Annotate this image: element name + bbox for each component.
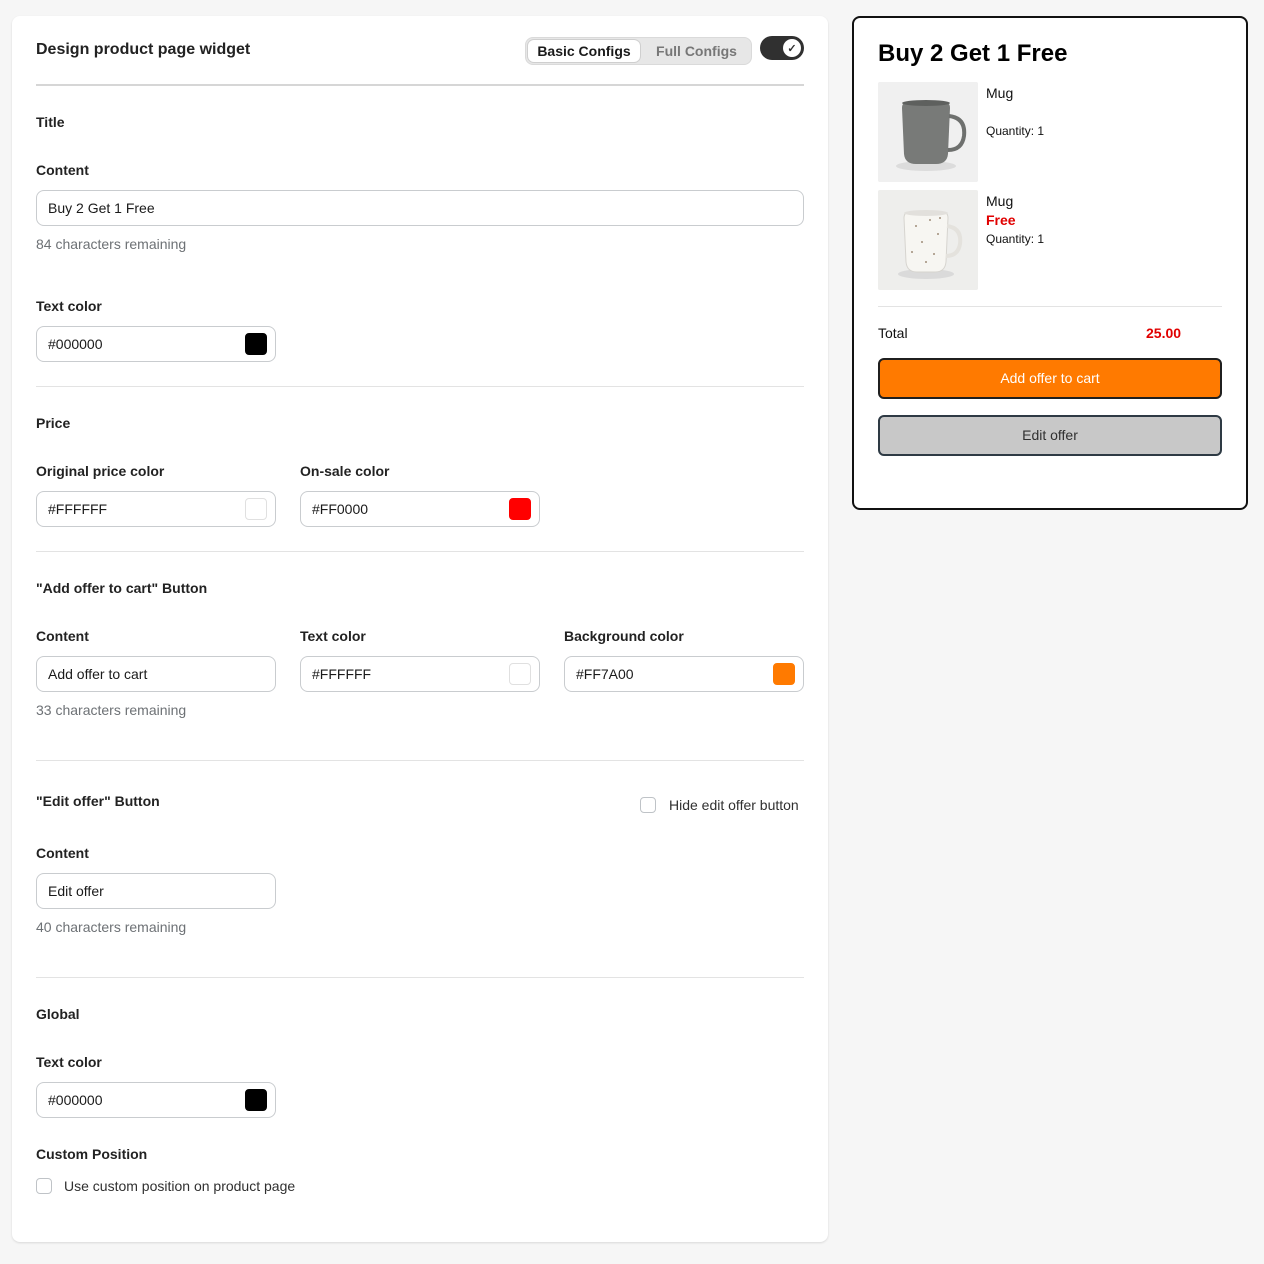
custom-position-checkbox[interactable]: [36, 1178, 52, 1194]
tab-full-configs[interactable]: Full Configs: [644, 40, 749, 62]
total-label: Total: [878, 325, 908, 341]
on-sale-color-input[interactable]: #FF0000: [300, 491, 540, 527]
total-value: 25.00: [1146, 325, 1182, 341]
add-button-bg-color-value: #FF7A00: [576, 666, 634, 682]
section-title-edit-offer-button: "Edit offer" Button: [36, 793, 160, 809]
on-sale-color-value: #FF0000: [312, 501, 369, 517]
global-text-color-input[interactable]: #000000: [36, 1082, 276, 1118]
hide-edit-offer-checkbox[interactable]: [640, 797, 656, 813]
config-mode-tabs: Basic Configs Full Configs: [525, 37, 752, 65]
add-button-content-input[interactable]: Add offer to cart: [36, 656, 276, 692]
section-title-price: Price: [36, 415, 71, 431]
color-swatch[interactable]: [245, 498, 267, 520]
add-offer-to-cart-button[interactable]: Add offer to cart: [878, 358, 1222, 399]
tab-basic-configs[interactable]: Basic Configs: [528, 40, 640, 62]
preview-title: Buy 2 Get 1 Free: [878, 40, 1068, 67]
add-button-text-color-value: #FFFFFF: [312, 666, 372, 682]
divider: [36, 977, 804, 978]
item-name: Mug: [986, 85, 1014, 101]
mug-speckled-icon: [878, 190, 978, 290]
original-price-color-label: Original price color: [36, 463, 165, 479]
color-swatch[interactable]: [773, 663, 795, 685]
color-swatch[interactable]: [245, 333, 267, 355]
add-button-bg-color-label: Background color: [564, 628, 684, 644]
item-quantity: Quantity: 1: [986, 124, 1045, 138]
divider: [36, 84, 804, 86]
global-text-color-value: #000000: [48, 1092, 103, 1108]
item-name: Mug: [986, 193, 1014, 209]
title-content-input[interactable]: Buy 2 Get 1 Free: [36, 190, 804, 226]
edit-button-content-label: Content: [36, 845, 89, 861]
divider: [878, 306, 1222, 307]
color-swatch[interactable]: [509, 663, 531, 685]
color-swatch[interactable]: [245, 1089, 267, 1111]
add-button-content-help: 33 characters remaining: [36, 702, 187, 718]
add-button-text-color-label: Text color: [300, 628, 366, 644]
edit-button-content-input[interactable]: Edit offer: [36, 873, 276, 909]
color-swatch[interactable]: [509, 498, 531, 520]
title-content-help: 84 characters remaining: [36, 236, 187, 252]
hide-edit-offer-label[interactable]: Hide edit offer button: [669, 797, 799, 813]
check-icon: ✓: [783, 39, 801, 57]
edit-offer-button[interactable]: Edit offer: [878, 415, 1222, 456]
on-sale-color-label: On-sale color: [300, 463, 390, 479]
widget-preview: Buy 2 Get 1 Free Mug Quantity: 1 Mug Fre…: [852, 16, 1248, 510]
custom-position-checkbox-label[interactable]: Use custom position on product page: [64, 1178, 295, 1194]
page-title: Design product page widget: [36, 41, 251, 58]
title-text-color-label: Text color: [36, 298, 102, 314]
divider: [36, 551, 804, 552]
global-text-color-label: Text color: [36, 1054, 102, 1070]
settings-card: Design product page widget Basic Configs…: [12, 16, 828, 1242]
custom-position-label: Custom Position: [36, 1146, 148, 1162]
original-price-color-input[interactable]: #FFFFFF: [36, 491, 276, 527]
add-button-content-label: Content: [36, 628, 89, 644]
title-text-color-input[interactable]: #000000: [36, 326, 276, 362]
widget-enabled-toggle[interactable]: ✓: [760, 36, 804, 60]
item-quantity: Quantity: 1: [986, 232, 1045, 246]
edit-button-content-help: 40 characters remaining: [36, 919, 187, 935]
divider: [36, 386, 804, 387]
section-title-global: Global: [36, 1006, 80, 1022]
add-button-bg-color-input[interactable]: #FF7A00: [564, 656, 804, 692]
divider: [36, 760, 804, 761]
title-content-label: Content: [36, 162, 89, 178]
add-button-text-color-input[interactable]: #FFFFFF: [300, 656, 540, 692]
section-title-title: Title: [36, 114, 65, 130]
free-badge: Free: [986, 212, 1016, 228]
original-price-color-value: #FFFFFF: [48, 501, 108, 517]
title-text-color-value: #000000: [48, 336, 103, 352]
mug-gray-icon: [878, 82, 978, 182]
section-title-add-offer-button: "Add offer to cart" Button: [36, 580, 208, 596]
